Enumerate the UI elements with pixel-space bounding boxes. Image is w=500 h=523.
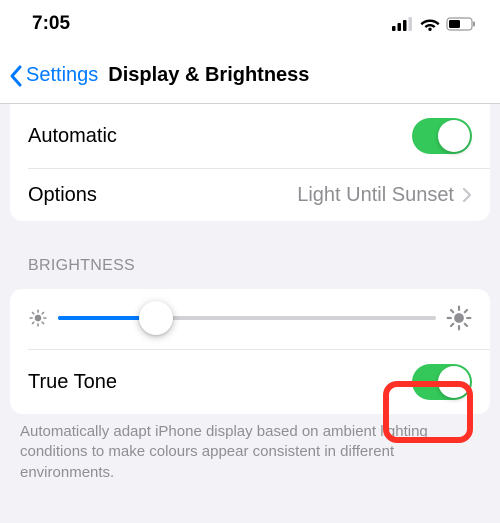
status-time: 7:05 — [32, 13, 70, 35]
options-value-container: Light Until Sunset — [297, 184, 472, 207]
brightness-header: BRIGHTNESS — [0, 221, 500, 283]
truetone-label: True Tone — [28, 371, 117, 394]
toggle-knob — [438, 120, 470, 152]
truetone-row: True Tone — [10, 350, 490, 414]
chevron-right-icon — [462, 187, 472, 203]
chevron-left-icon — [8, 64, 24, 88]
sun-small-icon — [28, 308, 48, 328]
page-title: Display & Brightness — [108, 64, 309, 87]
status-bar: 7:05 — [0, 0, 500, 48]
automatic-row: Automatic — [10, 104, 490, 168]
options-row[interactable]: Options Light Until Sunset — [10, 169, 490, 221]
toggle-knob — [438, 366, 470, 398]
status-icons — [392, 17, 476, 31]
options-value: Light Until Sunset — [297, 184, 454, 207]
brightness-slider[interactable] — [58, 316, 436, 320]
truetone-toggle[interactable] — [412, 364, 472, 400]
battery-icon — [446, 17, 476, 31]
wifi-icon — [420, 17, 440, 31]
automatic-label: Automatic — [28, 125, 117, 148]
content: Automatic Options Light Until Sunset BRI… — [0, 104, 500, 483]
brightness-slider-row — [10, 289, 490, 349]
automatic-toggle[interactable] — [412, 118, 472, 154]
back-button[interactable]: Settings — [8, 64, 98, 88]
brightness-group: True Tone — [10, 289, 490, 414]
back-label: Settings — [26, 64, 98, 87]
cellular-icon — [392, 17, 414, 31]
options-label: Options — [28, 184, 97, 207]
appearance-group: Automatic Options Light Until Sunset — [10, 104, 490, 221]
sun-large-icon — [446, 305, 472, 331]
truetone-footer: Automatically adapt iPhone display based… — [0, 414, 500, 483]
navigation-bar: Settings Display & Brightness — [0, 48, 500, 104]
slider-thumb — [139, 301, 173, 335]
